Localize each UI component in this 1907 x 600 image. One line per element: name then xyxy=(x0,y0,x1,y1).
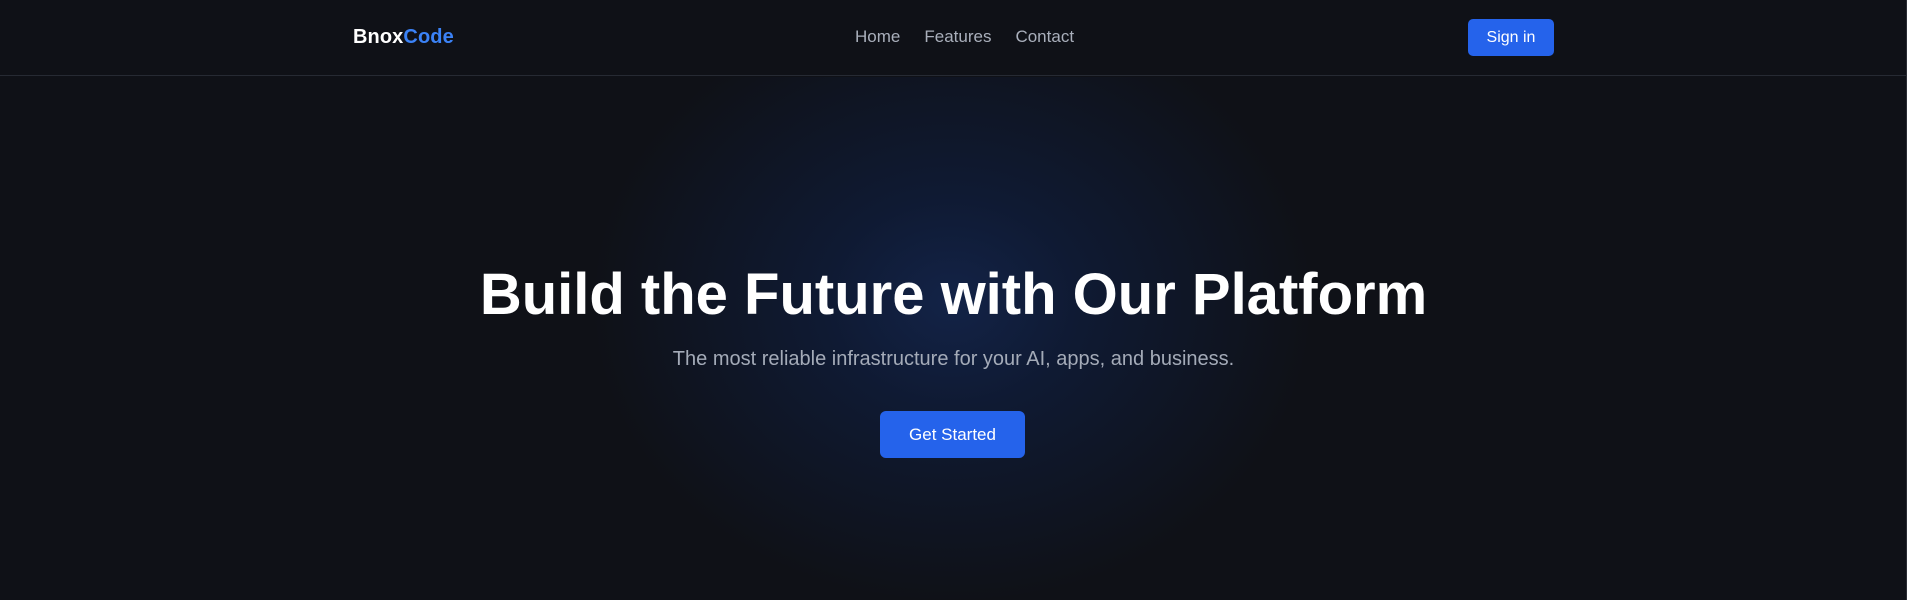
page: BnoxCode Home Features Contact Sign in B… xyxy=(0,0,1907,600)
top-navbar: BnoxCode Home Features Contact Sign in xyxy=(0,0,1907,76)
nav-link-features[interactable]: Features xyxy=(924,27,991,47)
main-nav: Home Features Contact xyxy=(855,27,1074,47)
hero-title: Build the Future with Our Platform xyxy=(479,262,1428,327)
get-started-button[interactable]: Get Started xyxy=(880,411,1025,458)
logo[interactable]: BnoxCode xyxy=(353,25,454,49)
nav-link-contact[interactable]: Contact xyxy=(1015,27,1074,47)
hero-section: Build the Future with Our Platform The m… xyxy=(0,77,1907,600)
sign-in-button[interactable]: Sign in xyxy=(1468,19,1554,56)
hero-subtitle: The most reliable infrastructure for you… xyxy=(672,348,1235,370)
logo-text-accent: Code xyxy=(403,26,454,48)
logo-text-primary: Bnox xyxy=(353,26,404,48)
nav-link-home[interactable]: Home xyxy=(855,27,900,47)
